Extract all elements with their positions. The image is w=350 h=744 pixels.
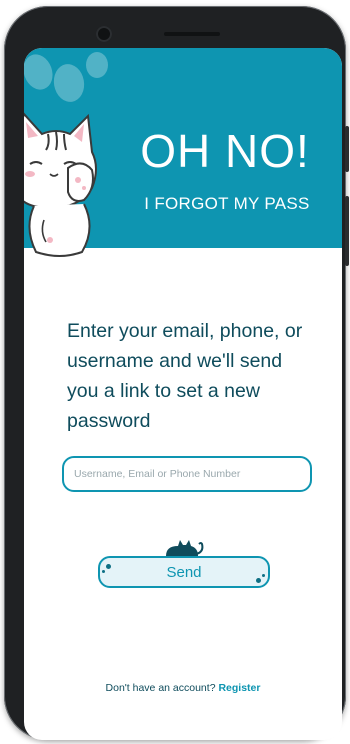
paw-prints-icon <box>24 50 58 94</box>
paw-prints-icon <box>262 574 265 577</box>
register-prompt-text: Don't have an account? <box>105 682 216 694</box>
paw-prints-icon <box>256 578 261 583</box>
paw-prints-icon <box>50 61 88 105</box>
page-title: OH NO! <box>140 125 310 177</box>
register-prompt: Don't have an account? Register <box>24 682 342 694</box>
volume-button <box>345 126 349 172</box>
front-camera-icon <box>96 26 112 42</box>
send-button-group: Send <box>98 540 270 588</box>
send-button[interactable]: Send <box>98 556 270 588</box>
speaker-grille <box>164 32 220 36</box>
paw-prints-icon <box>106 564 111 569</box>
cat-peeking-icon <box>24 112 97 257</box>
app-screen: OH NO! I FORGOT MY PASS Enter your email… <box>24 48 342 740</box>
instructions-text: Enter your email, phone, or username and… <box>67 320 303 432</box>
power-button <box>345 196 349 266</box>
paw-prints-icon <box>86 52 108 78</box>
page-subtitle: I FORGOT MY PASS <box>144 194 310 213</box>
header-banner: OH NO! I FORGOT MY PASS <box>24 48 342 257</box>
paw-prints-icon <box>102 570 105 573</box>
register-link[interactable]: Register <box>218 682 260 694</box>
phone-frame: OH NO! I FORGOT MY PASS Enter your email… <box>4 6 349 740</box>
identifier-input[interactable] <box>62 456 312 492</box>
